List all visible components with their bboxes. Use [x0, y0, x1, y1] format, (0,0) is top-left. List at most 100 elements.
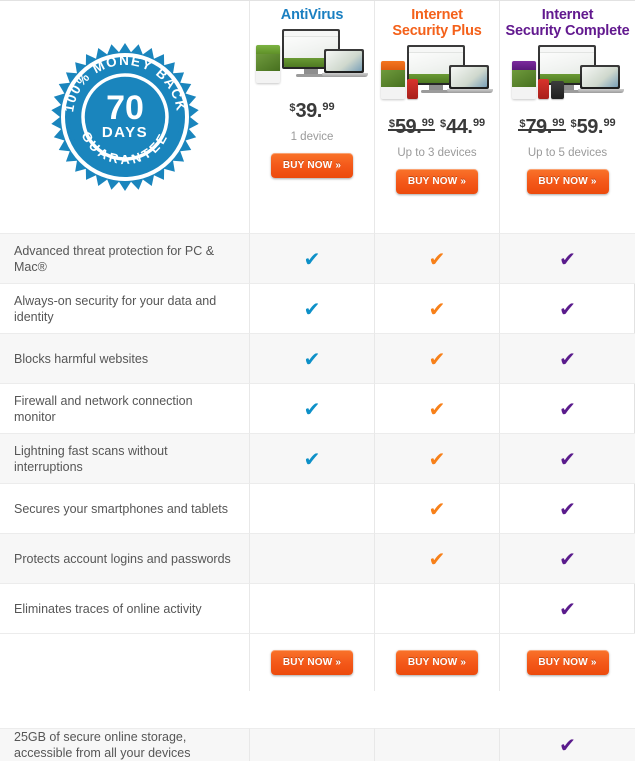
- checkmark-icon: ✔: [559, 446, 576, 471]
- product-box-icon: [381, 61, 405, 99]
- checkmark-icon: ✔: [428, 496, 446, 521]
- plan-column-internet-security-complete: Internet Security Complete $79.99 $59.: [500, 1, 635, 233]
- feature-label: Always-on security for your data and ide…: [0, 283, 250, 333]
- seal-days-label: DAYS: [101, 124, 147, 141]
- checkmark-icon: ✔: [428, 296, 446, 321]
- feature-cell-antivirus: ✔: [250, 383, 375, 433]
- checkmark-icon: ✔: [303, 396, 321, 421]
- footer-buy-now-button-internet-security-plus[interactable]: BUY NOW »: [396, 650, 478, 675]
- checkmark-icon: ✔: [303, 346, 321, 371]
- footer-buy-cell-internet-security-complete: BUY NOW »: [500, 633, 635, 691]
- feature-cell-plus: ✔: [375, 283, 500, 333]
- feature-label: Protects account logins and passwords: [0, 533, 250, 583]
- seal-days-number: 70: [106, 89, 144, 127]
- checkmark-icon: ✔: [428, 446, 446, 471]
- feature-cell-plus: ✔: [375, 383, 500, 433]
- feature-cell-complete: ✔: [500, 583, 635, 633]
- plan-title-internet-security-complete: Internet Security Complete: [505, 7, 630, 39]
- feature-cell-antivirus: ✔: [250, 283, 375, 333]
- plan-column-internet-security-plus: Internet Security Plus $59. 99 $44. 99 U…: [375, 1, 500, 233]
- table-bottom-spacer: [0, 691, 635, 728]
- feature-cell-complete: ✔: [500, 383, 635, 433]
- feature-cell-plus: ✔: [375, 433, 500, 483]
- feature-cell-antivirus: [250, 728, 375, 761]
- original-price-internet-security-plus: $59. 99: [387, 116, 436, 138]
- product-image-antivirus: [256, 29, 368, 91]
- current-price-antivirus: $39. 99: [289, 100, 335, 122]
- tablet-icon: [550, 81, 564, 99]
- feature-cell-plus: ✔: [375, 483, 500, 533]
- device-count-internet-security-plus: Up to 3 devices: [397, 147, 477, 159]
- checkmark-icon: ✔: [428, 396, 446, 421]
- footer-buy-cell-internet-security-plus: BUY NOW »: [375, 633, 500, 691]
- feature-cell-antivirus: [250, 533, 375, 583]
- buy-now-button-internet-security-complete[interactable]: BUY NOW »: [526, 169, 609, 194]
- feature-label: Advanced threat protection for PC & Mac®: [0, 233, 250, 283]
- feature-cell-complete: ✔: [500, 433, 635, 483]
- laptop-icon: [322, 49, 368, 77]
- feature-label: Secures your smartphones and tablets: [0, 483, 250, 533]
- feature-cell-antivirus: ✔: [250, 233, 375, 283]
- footer-buy-now-button-internet-security-complete[interactable]: BUY NOW »: [526, 650, 609, 675]
- footer-buy-cell-antivirus: BUY NOW »: [250, 633, 375, 691]
- feature-cell-plus: ✔: [375, 233, 500, 283]
- device-count-internet-security-complete: Up to 5 devices: [527, 147, 608, 159]
- feature-cell-complete: ✔: [500, 728, 635, 761]
- product-image-internet-security-complete: [511, 45, 624, 107]
- feature-cell-plus: ✔: [375, 333, 500, 383]
- feature-cell-plus: [375, 728, 500, 761]
- money-back-guarantee-seal-icon: 100% MONEY BACK GUARANTEE 70 DAYS: [49, 41, 201, 193]
- footer-empty-cell: [0, 633, 250, 691]
- feature-cell-complete: ✔: [500, 483, 635, 533]
- current-price-internet-security-complete: $59. 99: [570, 116, 616, 138]
- feature-cell-complete: ✔: [500, 233, 635, 283]
- price-row-internet-security-complete: $79. 99 $59. 99: [518, 116, 616, 140]
- buy-now-button-internet-security-plus[interactable]: BUY NOW »: [396, 169, 478, 194]
- checkmark-icon: ✔: [559, 346, 576, 371]
- checkmark-icon: ✔: [303, 296, 321, 321]
- price-row-internet-security-plus: $59. 99 $44. 99: [387, 116, 485, 140]
- checkmark-icon: ✔: [559, 733, 576, 757]
- checkmark-icon: ✔: [303, 246, 321, 271]
- checkmark-icon: ✔: [559, 496, 576, 521]
- feature-label: Lightning fast scans without interruptio…: [0, 433, 250, 483]
- feature-cell-plus: [375, 583, 500, 633]
- pricing-comparison-table: 100% MONEY BACK GUARANTEE 70 DAYS AntiVi…: [0, 0, 635, 761]
- feature-cell-antivirus: [250, 583, 375, 633]
- footer-buy-now-button-antivirus[interactable]: BUY NOW »: [271, 650, 353, 675]
- feature-cell-complete: ✔: [500, 533, 635, 583]
- checkmark-icon: ✔: [559, 296, 576, 321]
- guarantee-badge-cell: 100% MONEY BACK GUARANTEE 70 DAYS: [0, 1, 250, 233]
- price-row-antivirus: $39. 99: [289, 100, 334, 124]
- feature-cell-antivirus: [250, 483, 375, 533]
- checkmark-icon: ✔: [428, 546, 446, 571]
- checkmark-icon: ✔: [559, 246, 576, 271]
- feature-label: Eliminates traces of online activity: [0, 583, 250, 633]
- checkmark-icon: ✔: [428, 246, 446, 271]
- smartphone-icon: [537, 79, 549, 99]
- plan-column-antivirus: AntiVirus $39. 99 1 device BUY NOW »: [250, 1, 375, 233]
- plan-title-antivirus: AntiVirus: [280, 7, 344, 23]
- checkmark-icon: ✔: [303, 446, 321, 471]
- feature-label: Firewall and network connection monitor: [0, 383, 250, 433]
- feature-cell-plus: ✔: [375, 533, 500, 583]
- smartphone-icon: [407, 79, 418, 99]
- original-price-internet-security-complete: $79. 99: [518, 116, 566, 138]
- feature-label: Blocks harmful websites: [0, 333, 250, 383]
- feature-cell-antivirus: ✔: [250, 433, 375, 483]
- buy-now-button-antivirus[interactable]: BUY NOW »: [271, 153, 353, 178]
- feature-label: 25GB of secure online storage, accessibl…: [0, 728, 250, 761]
- checkmark-icon: ✔: [428, 346, 446, 371]
- checkmark-icon: ✔: [559, 546, 576, 571]
- feature-cell-complete: ✔: [500, 333, 635, 383]
- feature-cell-antivirus: ✔: [250, 333, 375, 383]
- product-box-icon: [511, 61, 536, 99]
- laptop-icon: [447, 65, 493, 93]
- product-image-internet-security-plus: [381, 45, 493, 107]
- feature-cell-complete: ✔: [500, 283, 635, 333]
- checkmark-icon: ✔: [559, 596, 576, 621]
- checkmark-icon: ✔: [559, 396, 576, 421]
- product-box-icon: [256, 45, 280, 83]
- plan-title-internet-security-plus: Internet Security Plus: [392, 7, 482, 39]
- laptop-icon: [577, 65, 624, 93]
